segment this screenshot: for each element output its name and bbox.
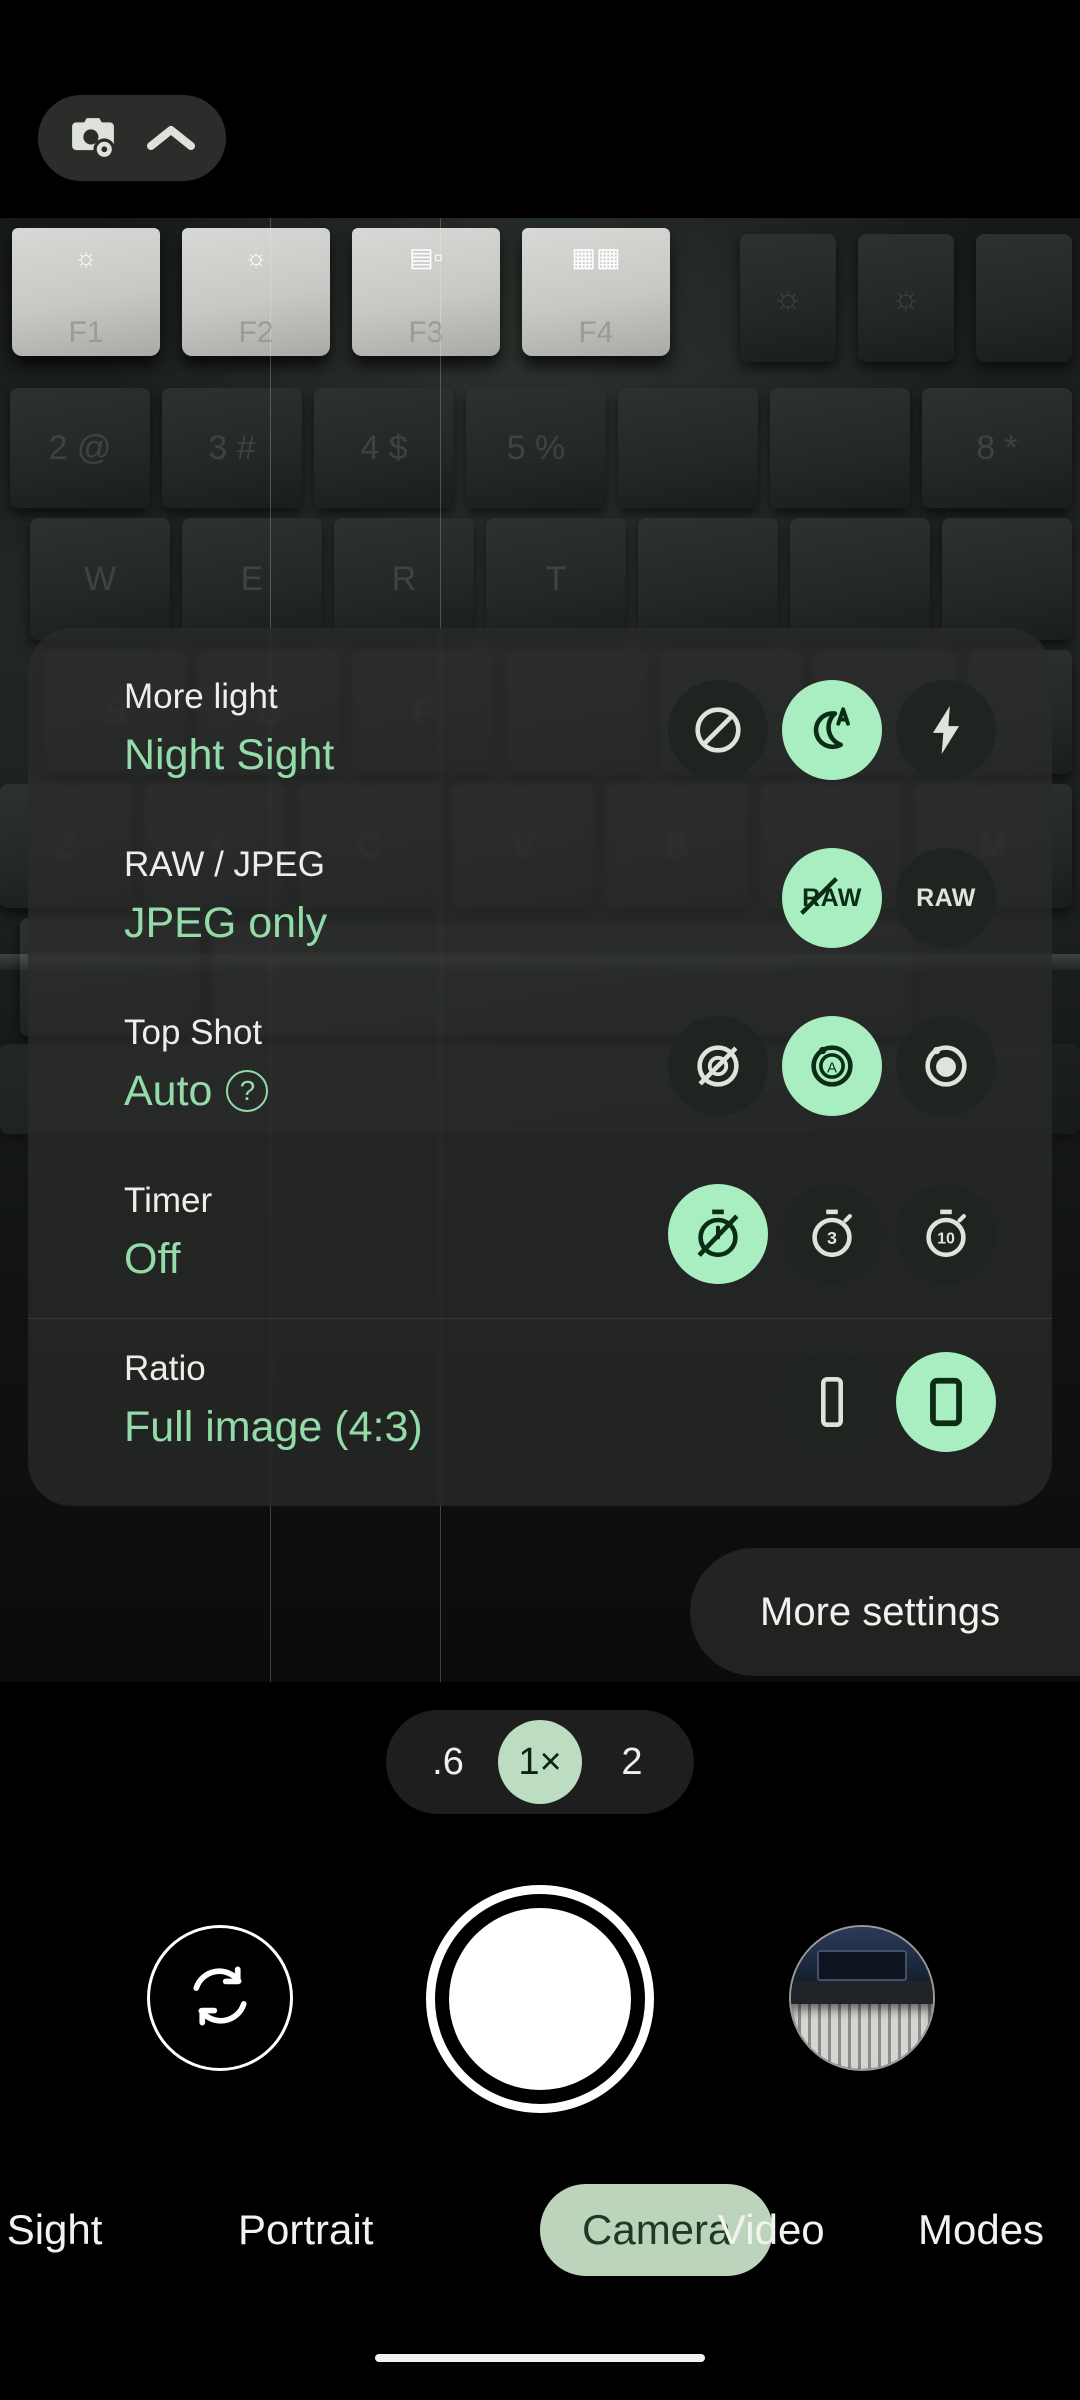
flip-camera-button[interactable] bbox=[147, 1925, 293, 2071]
timer-3s-button[interactable]: 3 bbox=[782, 1184, 882, 1284]
timer-3-icon: 3 bbox=[803, 1205, 861, 1263]
thumbnail-keyboard bbox=[791, 2003, 933, 2069]
zoom-chip-.6[interactable]: .6 bbox=[406, 1720, 490, 1804]
camera-app-screen: ☼ F1 ☼ F2 ▤▫ F3 ▦▦ F4 ☼ ☼ 2 @ 3 # 4 $ 5 % 8 … bbox=[0, 0, 1080, 2400]
mode-tab-ht-sight[interactable]: ht Sight bbox=[0, 2206, 102, 2254]
settings-row-value: Off bbox=[124, 1230, 668, 1288]
settings-row-timer[interactable]: Timer Off 3 10 bbox=[28, 1150, 1052, 1318]
top-shot-off-icon bbox=[689, 1037, 747, 1095]
chevron-up-icon[interactable] bbox=[145, 122, 197, 154]
top-shot-on-button[interactable] bbox=[896, 1016, 996, 1116]
night-sight-auto-button[interactable] bbox=[782, 680, 882, 780]
settings-row-more-light[interactable]: More light Night Sight bbox=[28, 646, 1052, 814]
zoom-level-selector[interactable]: .6 1× 2 bbox=[386, 1710, 694, 1814]
camera-settings-icon[interactable] bbox=[67, 115, 119, 161]
phone-wide-icon bbox=[917, 1373, 975, 1431]
settings-row-title: Ratio bbox=[124, 1348, 206, 1388]
settings-row-value-text: JPEG only bbox=[124, 898, 328, 947]
settings-row-value: Auto? bbox=[124, 1062, 668, 1120]
settings-row-ratio[interactable]: Ratio Full image (4:3) bbox=[28, 1318, 1052, 1486]
mode-tab-modes[interactable]: Modes bbox=[918, 2206, 1044, 2254]
settings-row-value: Night Sight bbox=[124, 726, 668, 784]
settings-row-title: RAW / JPEG bbox=[124, 844, 325, 884]
raw-on-button[interactable]: RAW bbox=[896, 848, 996, 948]
no-symbol-icon bbox=[689, 701, 747, 759]
gallery-thumbnail-button[interactable] bbox=[789, 1925, 935, 2071]
settings-row-labels: Timer Off bbox=[124, 1180, 668, 1288]
flash-bolt-icon bbox=[917, 701, 975, 759]
settings-row-value-text: Off bbox=[124, 1234, 181, 1283]
flash-on-button[interactable] bbox=[896, 680, 996, 780]
top-shot-auto-button[interactable]: A bbox=[782, 1016, 882, 1116]
camera-mode-strip[interactable]: ht SightPortraitCameraVideoModes bbox=[0, 2170, 1080, 2290]
raw-slashed-icon: RAW bbox=[800, 876, 862, 915]
settings-row-options: RAW RAW bbox=[782, 848, 996, 948]
timer-off-button[interactable] bbox=[668, 1184, 768, 1284]
help-icon[interactable]: ? bbox=[226, 1069, 269, 1112]
settings-row-options: 3 10 bbox=[668, 1184, 996, 1284]
keycap-row-fkeys: ☼ F1 ☼ F2 ▤▫ F3 ▦▦ F4 bbox=[12, 228, 670, 356]
top-shot-off-button[interactable] bbox=[668, 1016, 768, 1116]
thumbnail-desk bbox=[791, 1980, 933, 2004]
mode-tab-video[interactable]: Video bbox=[718, 2206, 825, 2254]
flip-camera-icon bbox=[182, 1958, 258, 2039]
camera-settings-sheet: More light Night Sight RAW / JPEG JPEG only… bbox=[28, 628, 1052, 1506]
top-shot-auto-icon: A bbox=[803, 1037, 861, 1095]
moon-auto-icon bbox=[803, 701, 861, 759]
timer-off-icon bbox=[689, 1205, 747, 1263]
settings-row-value-text: Night Sight bbox=[124, 730, 335, 779]
timer-10s-button[interactable]: 10 bbox=[896, 1184, 996, 1284]
settings-row-value: Full image (4:3) bbox=[124, 1398, 782, 1456]
settings-row-labels: RAW / JPEG JPEG only bbox=[124, 844, 782, 952]
top-shot-on-icon bbox=[917, 1037, 975, 1095]
settings-row-labels: Ratio Full image (4:3) bbox=[124, 1348, 782, 1456]
thumbnail-monitor bbox=[816, 1949, 908, 1981]
mode-tab-portrait[interactable]: Portrait bbox=[238, 2206, 373, 2254]
home-indicator bbox=[375, 2354, 705, 2362]
phone-tall-icon bbox=[803, 1373, 861, 1431]
quick-settings-toggle[interactable] bbox=[38, 95, 226, 181]
raw-off-button[interactable]: RAW bbox=[782, 848, 882, 948]
shutter-button-inner bbox=[449, 1908, 631, 2090]
settings-row-options bbox=[782, 1352, 996, 1452]
ratio-4-3-button[interactable] bbox=[896, 1352, 996, 1452]
timer-10-icon: 10 bbox=[917, 1205, 975, 1263]
settings-row-labels: More light Night Sight bbox=[124, 676, 668, 784]
shutter-button[interactable] bbox=[426, 1885, 654, 2113]
settings-row-options bbox=[668, 680, 996, 780]
zoom-chip-2[interactable]: 2 bbox=[590, 1720, 674, 1804]
settings-row-top-shot[interactable]: Top Shot Auto? A bbox=[28, 982, 1052, 1150]
zoom-chip-1[interactable]: 1× bbox=[498, 1720, 582, 1804]
svg-text:A: A bbox=[827, 1059, 837, 1076]
settings-row-value-text: Full image (4:3) bbox=[124, 1402, 423, 1451]
more-settings-button[interactable]: More settings bbox=[690, 1548, 1080, 1676]
settings-row-value: JPEG only bbox=[124, 894, 782, 952]
more-settings-label: More settings bbox=[760, 1589, 1001, 1634]
settings-row-raw-jpeg[interactable]: RAW / JPEG JPEG only RAW RAW bbox=[28, 814, 1052, 982]
settings-row-labels: Top Shot Auto? bbox=[124, 1012, 668, 1120]
settings-row-title: More light bbox=[124, 676, 278, 716]
viewfinder[interactable]: ☼ F1 ☼ F2 ▤▫ F3 ▦▦ F4 ☼ ☼ 2 @ 3 # 4 $ 5 % 8 … bbox=[0, 218, 1080, 1682]
night-sight-off-button[interactable] bbox=[668, 680, 768, 780]
svg-text:3: 3 bbox=[827, 1228, 837, 1248]
ratio-full-screen-button[interactable] bbox=[782, 1352, 882, 1452]
settings-row-title: Timer bbox=[124, 1180, 213, 1220]
svg-text:10: 10 bbox=[937, 1231, 955, 1248]
settings-row-title: Top Shot bbox=[124, 1012, 263, 1052]
raw-icon: RAW bbox=[916, 883, 976, 912]
settings-row-options: A bbox=[668, 1016, 996, 1116]
settings-row-value-text: Auto bbox=[124, 1066, 213, 1115]
